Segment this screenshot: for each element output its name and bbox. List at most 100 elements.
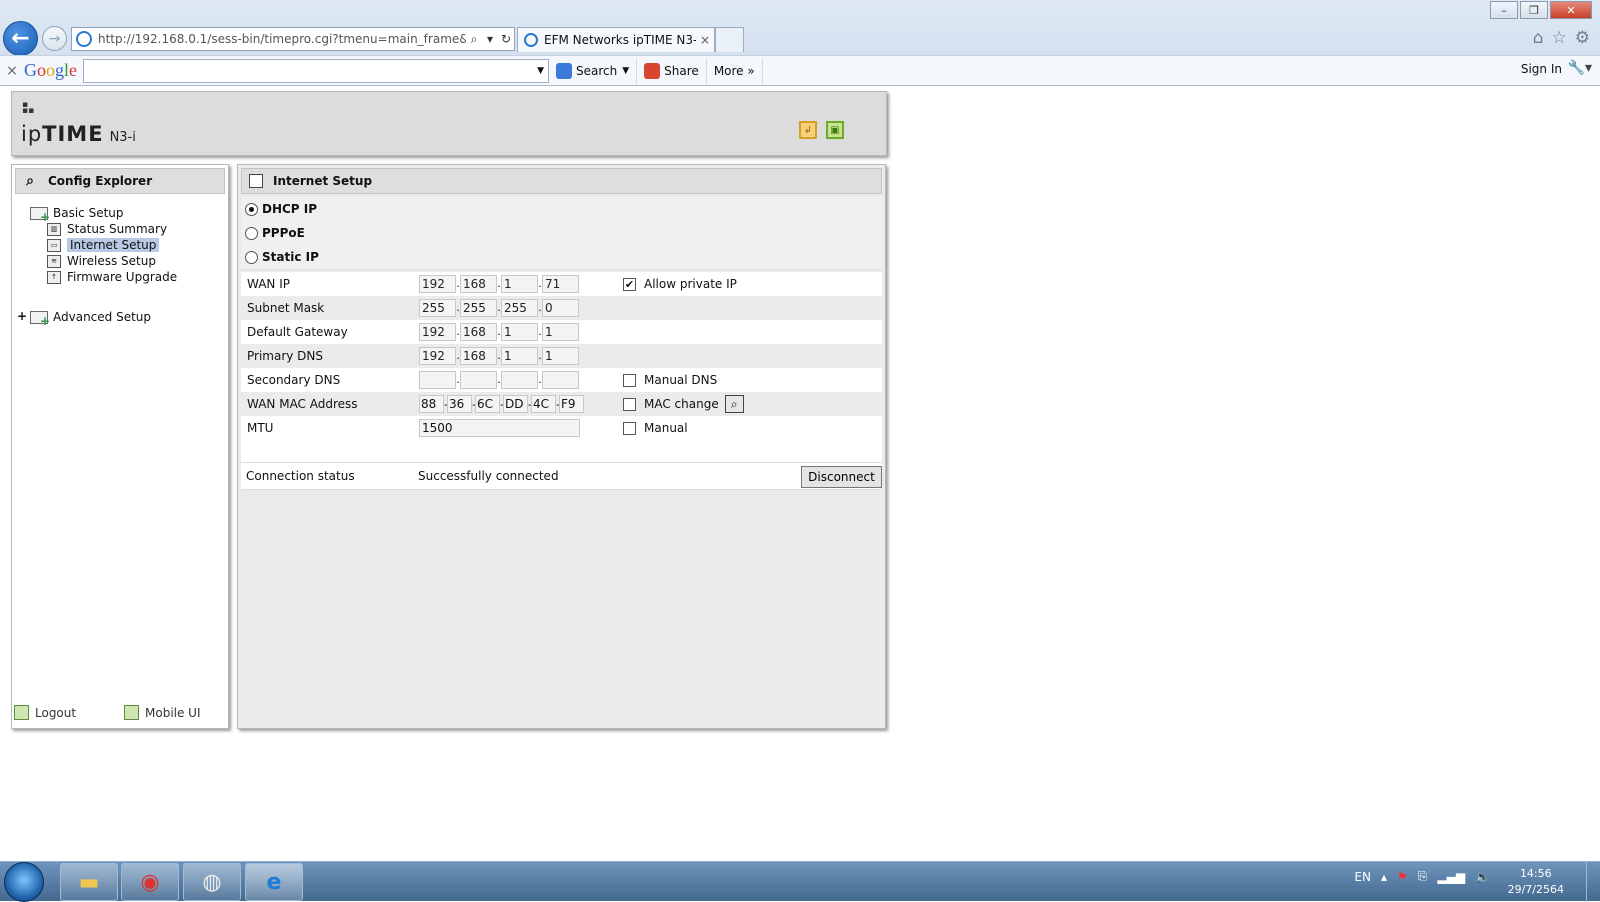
octet-input[interactable]: 71 <box>542 275 579 293</box>
octet-input[interactable] <box>501 371 538 389</box>
explorer-taskbar-button[interactable]: ▬ <box>60 863 118 901</box>
restore-button[interactable]: ❐ <box>1520 1 1548 19</box>
mac-change-checkbox[interactable]: MAC change ⌕ <box>623 395 744 413</box>
system-tray: EN ▴ ⚑ ⎘ ▂▄▆ 🔈 <box>1354 869 1490 884</box>
url-text[interactable]: http://192.168.0.1/sess-bin/timepro.cgi?… <box>98 32 466 46</box>
address-bar[interactable]: http://192.168.0.1/sess-bin/timepro.cgi?… <box>71 27 515 51</box>
refresh-icon[interactable]: ↻ <box>498 32 514 46</box>
connection-type-group: DHCP IP PPPoE Static IP <box>241 196 882 270</box>
octet-input[interactable]: 168 <box>460 347 497 365</box>
mobile-ui-link[interactable]: Mobile UI <box>124 705 201 720</box>
new-tab-button[interactable] <box>715 27 744 52</box>
octet-input[interactable]: 192 <box>419 347 456 365</box>
radio-button[interactable] <box>245 202 258 216</box>
checkbox[interactable] <box>623 373 636 387</box>
subnet-mask-input: 255. 255. 255. 0 <box>419 299 579 317</box>
share-button[interactable]: Share <box>637 57 707 84</box>
toolbar-close-icon[interactable]: × <box>0 63 24 79</box>
octet-input[interactable]: 192 <box>419 275 456 293</box>
volume-icon[interactable]: 🔈 <box>1475 870 1490 884</box>
checkbox[interactable] <box>623 421 636 435</box>
checkmark-icon[interactable]: ✔ <box>623 277 636 291</box>
chevron-down-icon[interactable]: ▼ <box>537 66 544 76</box>
google-logo: Google <box>24 60 78 80</box>
allow-private-ip-checkbox[interactable]: ✔ Allow private IP <box>623 277 737 291</box>
save-icon[interactable]: ▣ <box>826 121 844 139</box>
mac-search-icon[interactable]: ⌕ <box>724 395 744 413</box>
action-center-icon[interactable]: ⚑ <box>1397 870 1408 884</box>
return-icon[interactable]: ↲ <box>799 121 817 139</box>
gear-icon[interactable]: ⚙ <box>1575 28 1590 48</box>
mac-part-input[interactable]: F9 <box>559 395 584 413</box>
tree-item-status-summary[interactable]: ▥ Status Summary <box>47 221 167 237</box>
octet-input[interactable]: 255 <box>460 299 497 317</box>
google-search-button[interactable]: Search ▼ <box>549 57 638 84</box>
checkbox[interactable] <box>623 397 636 411</box>
paint-taskbar-button[interactable]: ◍ <box>183 863 241 901</box>
octet-input[interactable]: 168 <box>460 275 497 293</box>
tab-close-icon[interactable]: × <box>696 33 714 47</box>
folder-icon: ▬ <box>78 869 100 895</box>
search-icon[interactable]: ⌕ <box>466 32 482 47</box>
octet-input[interactable]: 0 <box>542 299 579 317</box>
octet-input[interactable]: 1 <box>501 275 538 293</box>
mtu-row: MTU 1500 Manual <box>241 416 882 440</box>
close-window-button[interactable]: ✕ <box>1550 1 1592 19</box>
octet-input[interactable] <box>419 371 456 389</box>
show-desktop-button[interactable] <box>1586 862 1600 902</box>
start-button[interactable] <box>4 862 44 902</box>
chrome-taskbar-button[interactable]: ◉ <box>121 863 179 901</box>
home-icon[interactable]: ⌂ <box>1533 28 1544 48</box>
forward-button[interactable]: → <box>42 26 67 51</box>
tray-expand-icon[interactable]: ▴ <box>1381 870 1387 884</box>
logout-link[interactable]: Logout <box>14 705 124 720</box>
forward-arrow-icon: → <box>48 30 61 47</box>
tree-item-wireless-setup[interactable]: ≋ Wireless Setup <box>47 253 156 269</box>
taskbar-clock[interactable]: 14:56 29/7/2564 <box>1508 866 1564 898</box>
ie-taskbar-button[interactable]: e <box>245 863 303 901</box>
octet-input[interactable] <box>460 371 497 389</box>
octet-input[interactable]: 168 <box>460 323 497 341</box>
octet-input[interactable]: 1 <box>501 347 538 365</box>
mac-part-input[interactable]: 36 <box>447 395 472 413</box>
tree-item-internet-setup[interactable]: ▭ Internet Setup <box>47 237 160 253</box>
mac-part-input[interactable]: 88 <box>419 395 444 413</box>
manual-mtu-checkbox[interactable]: Manual <box>623 421 688 435</box>
wrench-icon[interactable]: 🔧▾ <box>1568 60 1592 76</box>
advanced-expander[interactable]: + <box>17 309 27 323</box>
language-indicator[interactable]: EN <box>1354 870 1371 884</box>
mac-part-input[interactable]: 6C <box>475 395 500 413</box>
more-button[interactable]: More » <box>707 57 763 84</box>
radio-button[interactable] <box>245 226 258 240</box>
back-button[interactable]: ← <box>3 21 38 56</box>
chrome-icon: ◉ <box>140 869 160 895</box>
octet-input[interactable]: 255 <box>501 299 538 317</box>
octet-input[interactable] <box>542 371 579 389</box>
sign-in-link[interactable]: Sign In <box>1521 62 1562 76</box>
radio-static-ip[interactable]: Static IP <box>245 250 319 264</box>
disconnect-button[interactable]: Disconnect <box>801 466 882 488</box>
radio-pppoe[interactable]: PPPoE <box>245 226 305 240</box>
manual-dns-checkbox[interactable]: Manual DNS <box>623 373 717 387</box>
octet-input[interactable]: 255 <box>419 299 456 317</box>
minimize-button[interactable]: – <box>1490 1 1518 19</box>
google-search-input[interactable]: ▼ <box>83 58 550 83</box>
mtu-input[interactable]: 1500 <box>419 419 580 437</box>
octet-input[interactable]: 1 <box>542 347 579 365</box>
octet-input[interactable]: 1 <box>542 323 579 341</box>
tree-item-basic-setup[interactable]: Basic Setup <box>30 205 124 224</box>
radio-button[interactable] <box>245 250 258 264</box>
tree-item-advanced-setup[interactable]: Advanced Setup <box>30 309 151 328</box>
browser-tab[interactable]: EFM Networks ipTIME N3-i × <box>517 27 715 52</box>
octet-input[interactable]: 192 <box>419 323 456 341</box>
tree-item-firmware-upgrade[interactable]: ↑ Firmware Upgrade <box>47 269 177 285</box>
mac-part-input[interactable]: DD <box>503 395 528 413</box>
dropdown-icon[interactable]: ▾ <box>482 32 498 46</box>
subnet-mask-row: Subnet Mask 255. 255. 255. 0 <box>241 296 882 320</box>
mac-part-input[interactable]: 4C <box>531 395 556 413</box>
usb-icon[interactable]: ⎘ <box>1418 869 1428 884</box>
octet-input[interactable]: 1 <box>501 323 538 341</box>
network-signal-icon[interactable]: ▂▄▆ <box>1437 870 1465 884</box>
favorites-star-icon[interactable]: ☆ <box>1552 28 1567 48</box>
radio-dhcp-ip[interactable]: DHCP IP <box>245 202 317 216</box>
